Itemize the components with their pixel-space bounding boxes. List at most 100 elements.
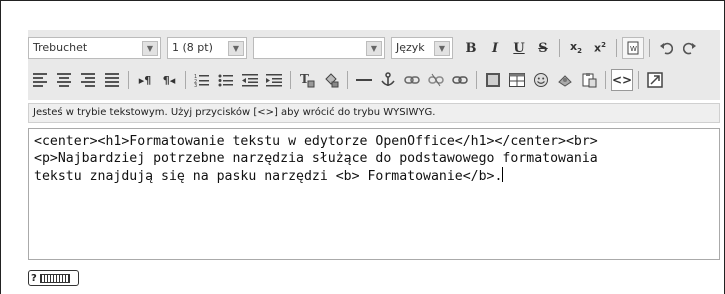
smiley-icon [534, 73, 548, 87]
svg-text:3: 3 [194, 83, 197, 87]
toolbar-separator [605, 71, 606, 89]
align-right-icon [81, 73, 95, 87]
link-icon [404, 76, 420, 84]
insert-image-button[interactable] [482, 69, 504, 91]
paste-word-button[interactable]: W [622, 37, 644, 59]
status-message: Jesteś w trybie tekstowym. Użyj przycisk… [28, 103, 720, 123]
text-color-button[interactable]: T [296, 69, 318, 91]
font-family-select[interactable]: Trebuchet ▼ [28, 37, 161, 59]
font-size-value: 1 (8 pt) [172, 41, 213, 54]
paste-word-icon: W [627, 41, 639, 55]
ordered-list-icon: 123 [194, 74, 209, 87]
insert-table-button[interactable] [506, 69, 528, 91]
toolbar-separator [185, 71, 186, 89]
strikethrough-icon: S [538, 40, 548, 56]
toolbar-separator [290, 71, 291, 89]
bold-icon: B [465, 40, 477, 56]
cleanup-button[interactable] [578, 69, 600, 91]
redo-icon [683, 42, 696, 55]
indent-button[interactable] [263, 69, 285, 91]
keyboard-icon [39, 273, 70, 283]
help-question-icon: ? [31, 272, 37, 284]
justify-icon [105, 73, 119, 87]
unordered-list-button[interactable] [215, 69, 237, 91]
insert-special-char-button[interactable] [554, 69, 576, 91]
toolbar-separator [638, 71, 639, 89]
italic-icon: I [491, 40, 499, 56]
unlink-button[interactable] [425, 69, 447, 91]
bold-button[interactable]: B [460, 37, 482, 59]
align-center-icon [57, 73, 71, 87]
outdent-icon [242, 74, 258, 87]
fullscreen-icon [647, 72, 663, 88]
font-size-select[interactable]: 1 (8 pt) ▼ [167, 37, 247, 59]
subscript-icon: x2 [570, 40, 582, 56]
nolink-button[interactable] [449, 69, 471, 91]
html-source-toggle-button[interactable]: <> [611, 69, 633, 91]
text-caret [502, 167, 504, 182]
underline-icon: U [513, 40, 525, 56]
superscript-icon: x2 [594, 41, 606, 55]
toolbar-row-2: ▸¶ ¶◂ 123 T <> [28, 65, 667, 95]
font-family-value: Trebuchet [33, 41, 88, 54]
chevron-down-icon: ▼ [434, 41, 450, 56]
rtl-button[interactable]: ¶◂ [158, 69, 180, 91]
editor-line-2: <p>Najbardziej potrzebne narzędzia służą… [34, 151, 598, 166]
clipboard-icon [582, 73, 597, 88]
horizontal-rule-button[interactable] [353, 69, 375, 91]
underline-button[interactable]: U [508, 37, 530, 59]
align-left-button[interactable] [29, 69, 51, 91]
rtl-icon: ¶◂ [162, 73, 176, 87]
unlink-icon [428, 73, 444, 87]
background-color-button[interactable] [320, 69, 342, 91]
code-icon: <> [611, 73, 633, 87]
strikethrough-button[interactable]: S [532, 37, 554, 59]
fullscreen-button[interactable] [644, 69, 666, 91]
toolbar-separator [128, 71, 129, 89]
indent-icon [266, 74, 282, 87]
align-center-button[interactable] [53, 69, 75, 91]
table-icon [509, 73, 525, 87]
insert-smiley-button[interactable] [530, 69, 552, 91]
anchor-button[interactable] [377, 69, 399, 91]
chevron-down-icon: ▼ [142, 41, 158, 56]
toolbar-separator [649, 39, 650, 57]
horizontal-rule-icon [356, 79, 372, 81]
chevron-down-icon: ▼ [366, 41, 382, 56]
subscript-button[interactable]: x2 [565, 37, 587, 59]
link-button[interactable] [401, 69, 423, 91]
italic-button[interactable]: I [484, 37, 506, 59]
keyboard-help-button[interactable]: ? [28, 270, 79, 286]
align-left-icon [33, 73, 47, 87]
special-char-icon [558, 75, 572, 87]
html-source-textarea[interactable]: <center><h1>Formatowanie tekstu w edytor… [28, 128, 720, 260]
toolbar-separator [476, 71, 477, 89]
superscript-button[interactable]: x2 [589, 37, 611, 59]
undo-icon [660, 42, 673, 55]
svg-text:W: W [630, 45, 637, 53]
ordered-list-button[interactable]: 123 [191, 69, 213, 91]
editor-line-1: <center><h1>Formatowanie tekstu w edytor… [34, 134, 598, 149]
ltr-button[interactable]: ▸¶ [134, 69, 156, 91]
toolbar-row-1: Trebuchet ▼ 1 (8 pt) ▼ ▼ Język ▼ B I U S… [28, 33, 702, 63]
toolbar-separator [616, 39, 617, 57]
toolbar-separator [559, 39, 560, 57]
editor-toolbar: Trebuchet ▼ 1 (8 pt) ▼ ▼ Język ▼ B I U S… [28, 30, 720, 100]
redo-button[interactable] [679, 37, 701, 59]
unordered-list-icon [218, 74, 233, 87]
toolbar-separator [347, 71, 348, 89]
fill-bucket-icon [325, 73, 339, 88]
align-right-button[interactable] [77, 69, 99, 91]
justify-button[interactable] [101, 69, 123, 91]
outdent-button[interactable] [239, 69, 261, 91]
ltr-icon: ▸¶ [138, 73, 152, 87]
undo-button[interactable] [655, 37, 677, 59]
language-value: Język [396, 41, 425, 54]
text-color-icon: T [300, 72, 315, 88]
language-select[interactable]: Język ▼ [391, 37, 453, 59]
nolink-icon [452, 76, 468, 84]
editor-line-3: tekstu znajdują się na pasku narzędzi <b… [34, 169, 503, 184]
paragraph-style-select[interactable]: ▼ [253, 37, 385, 59]
anchor-icon [381, 72, 395, 86]
chevron-down-icon: ▼ [228, 41, 244, 56]
